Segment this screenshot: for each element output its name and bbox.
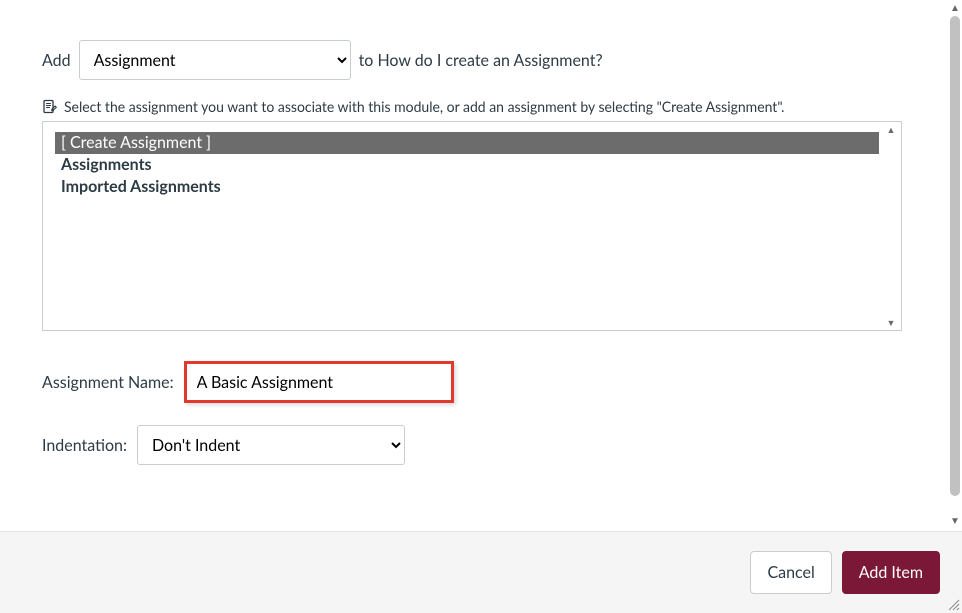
dialog-scroll-thumb[interactable] xyxy=(950,16,960,496)
resize-grip-icon[interactable] xyxy=(946,597,960,611)
scroll-up-icon[interactable]: ▲ xyxy=(883,124,899,135)
helper-row: Select the assignment you want to associ… xyxy=(42,98,906,115)
add-suffix-label: to How do I create an Assignment? xyxy=(359,51,603,70)
add-type-row: Add Assignment to How do I create an Ass… xyxy=(42,40,906,80)
assignment-icon xyxy=(42,99,58,115)
indentation-select[interactable]: Don't Indent xyxy=(137,425,405,465)
assignment-name-input[interactable] xyxy=(184,361,454,403)
assignment-name-label: Assignment Name: xyxy=(42,373,174,392)
add-item-button[interactable]: Add Item xyxy=(842,551,940,594)
indentation-label: Indentation: xyxy=(42,436,127,455)
listbox-scrollbar[interactable]: ▲ ▼ xyxy=(883,124,899,328)
listbox-option-create-assignment[interactable]: [ Create Assignment ] xyxy=(55,132,879,154)
dialog-footer: Cancel Add Item xyxy=(0,531,962,613)
assignment-listbox[interactable]: [ Create Assignment ] Assignments Import… xyxy=(42,121,902,331)
listbox-group: Assignments xyxy=(55,154,879,176)
helper-text: Select the assignment you want to associ… xyxy=(64,98,784,115)
dialog-scroll-down-icon[interactable]: ▼ xyxy=(950,515,960,527)
scroll-down-icon[interactable]: ▼ xyxy=(883,317,899,328)
listbox-group: Imported Assignments xyxy=(55,176,879,198)
item-type-select[interactable]: Assignment xyxy=(79,40,351,80)
dialog-scroll-up-icon[interactable]: ▲ xyxy=(950,2,960,14)
indentation-row: Indentation: Don't Indent xyxy=(42,425,906,465)
add-label: Add xyxy=(42,51,71,70)
cancel-button[interactable]: Cancel xyxy=(750,551,831,594)
dialog-body: Add Assignment to How do I create an Ass… xyxy=(0,0,948,531)
assignment-name-row: Assignment Name: xyxy=(42,361,906,403)
listbox-inner: [ Create Assignment ] Assignments Import… xyxy=(55,132,879,320)
